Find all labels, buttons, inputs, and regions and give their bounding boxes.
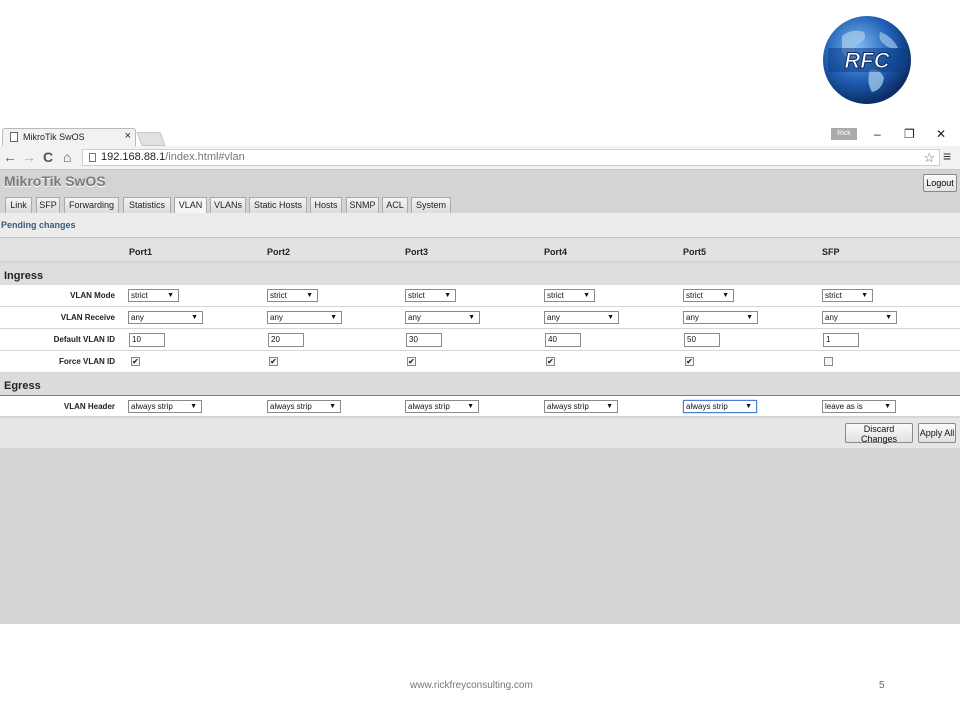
- footer-url: www.rickfreyconsulting.com: [410, 680, 533, 691]
- back-icon[interactable]: ←: [3, 149, 17, 165]
- column-header-row: Port1 Port2 Port3 Port4 Port5 SFP: [0, 237, 960, 261]
- page-number: 5: [879, 680, 885, 691]
- row-label: Default VLAN ID: [53, 335, 115, 344]
- force-vlan-id-checkbox[interactable]: ✔: [131, 357, 140, 366]
- home-icon[interactable]: ⌂: [63, 149, 71, 165]
- row-label: Force VLAN ID: [58, 357, 115, 366]
- ingress-section-header: Ingress: [0, 263, 960, 287]
- tab-snmp[interactable]: SNMP: [346, 197, 379, 213]
- force-vlan-id-checkbox[interactable]: ✔: [407, 357, 416, 366]
- vlan-receive-select[interactable]: any ▼: [544, 311, 619, 324]
- column-header: Port4: [544, 247, 568, 257]
- row-label: VLAN Header: [63, 402, 115, 411]
- vlan-receive-select[interactable]: any ▼: [683, 311, 758, 324]
- force-vlan-id-checkbox[interactable]: ✔: [685, 357, 694, 366]
- default-vlan-id-input[interactable]: 40: [545, 333, 581, 347]
- address-bar-row: ← → C ⌂ 192.168.88.1/index.html#vlan ☆ ≡: [0, 146, 960, 170]
- tab-statistics[interactable]: Statistics: [123, 197, 171, 213]
- default-vlan-id-input[interactable]: 50: [684, 333, 720, 347]
- vlan-receive-row: VLAN Receive any ▼ any ▼ any ▼ any ▼ any ▼ an…: [0, 307, 960, 329]
- column-header: Port3: [405, 247, 429, 257]
- minimize-icon[interactable]: –: [874, 127, 881, 141]
- tab-link[interactable]: Link: [5, 197, 32, 213]
- section-title: Ingress: [4, 270, 44, 282]
- tab-system[interactable]: System: [411, 197, 451, 213]
- tab-static-hosts[interactable]: Static Hosts: [249, 197, 307, 213]
- vlan-receive-select[interactable]: any ▼: [128, 311, 203, 324]
- force-vlan-id-checkbox[interactable]: ✔: [546, 357, 555, 366]
- rfc-logo: RFC: [823, 16, 911, 104]
- vlan-header-row: VLAN Header always strip ▼ always strip ▼ …: [0, 396, 960, 417]
- vlan-mode-select[interactable]: strict ▼: [128, 289, 179, 302]
- vlan-header-select[interactable]: always strip ▼: [544, 400, 618, 413]
- column-header: SFP: [822, 247, 840, 257]
- restore-icon[interactable]: ❐: [904, 127, 915, 141]
- vlan-receive-select[interactable]: any ▼: [822, 311, 897, 324]
- apply-all-button[interactable]: Apply All: [918, 423, 956, 443]
- default-vlan-id-input[interactable]: 20: [268, 333, 304, 347]
- vlan-header-select[interactable]: always strip ▼: [267, 400, 341, 413]
- forward-icon[interactable]: →: [22, 149, 36, 165]
- vlan-header-select[interactable]: always strip ▼: [683, 400, 757, 413]
- url-text: 192.168.88.1/index.html#vlan: [101, 151, 245, 163]
- force-vlan-id-checkbox[interactable]: [824, 357, 833, 366]
- row-label: VLAN Receive: [60, 313, 115, 322]
- row-label: VLAN Mode: [70, 291, 115, 300]
- vlan-mode-select[interactable]: strict ▼: [544, 289, 595, 302]
- user-badge[interactable]: Rick: [831, 128, 857, 140]
- reload-icon[interactable]: C: [43, 149, 53, 165]
- pending-changes-notice: Pending changes: [0, 213, 960, 237]
- new-tab-button[interactable]: [136, 132, 166, 146]
- tab-hosts[interactable]: Hosts: [310, 197, 342, 213]
- url-field[interactable]: 192.168.88.1/index.html#vlan ☆: [82, 149, 940, 166]
- browser-menu-icon[interactable]: ≡: [943, 148, 951, 164]
- app-title: MikroTik SwOS: [4, 173, 106, 189]
- action-bar: Discard Changes Apply All: [0, 418, 960, 448]
- vlan-mode-select[interactable]: strict ▼: [267, 289, 318, 302]
- column-header: Port2: [267, 247, 291, 257]
- force-vlan-id-checkbox[interactable]: ✔: [269, 357, 278, 366]
- tab-sfp[interactable]: SFP: [36, 197, 60, 213]
- tab-forwarding[interactable]: Forwarding: [64, 197, 119, 213]
- tab-acl[interactable]: ACL: [382, 197, 408, 213]
- bookmark-star-icon[interactable]: ☆: [923, 150, 935, 166]
- page-icon: [10, 132, 18, 142]
- logout-button[interactable]: Logout: [923, 174, 957, 192]
- column-header: Port5: [683, 247, 707, 257]
- logo-text: RFC: [844, 48, 890, 73]
- discard-changes-button[interactable]: Discard Changes: [845, 423, 913, 444]
- browser-tab[interactable]: MikroTik SwOS ×: [2, 128, 136, 146]
- page-icon: [89, 153, 96, 162]
- vlan-header-select[interactable]: always strip ▼: [128, 400, 202, 413]
- tab-title: MikroTik SwOS: [23, 132, 85, 142]
- vlan-mode-select[interactable]: strict ▼: [683, 289, 734, 302]
- vlan-mode-select[interactable]: strict ▼: [822, 289, 873, 302]
- tab-vlans[interactable]: VLANs: [210, 197, 246, 213]
- browser-window: MikroTik SwOS × Rick – ❐ ✕ ← → C ⌂ 192.1…: [0, 126, 960, 624]
- section-title: Egress: [4, 380, 41, 392]
- default-vlan-id-input[interactable]: 10: [129, 333, 165, 347]
- vlan-header-select[interactable]: always strip ▼: [405, 400, 479, 413]
- column-header: Port1: [129, 247, 153, 257]
- tab-vlan[interactable]: VLAN: [174, 197, 207, 214]
- default-vlan-id-row: Default VLAN ID 10 20 30 40 50 1: [0, 329, 960, 351]
- vlan-header-select[interactable]: leave as is ▼: [822, 400, 896, 413]
- egress-section-header: Egress: [0, 373, 960, 397]
- vlan-mode-select[interactable]: strict ▼: [405, 289, 456, 302]
- tab-close-icon[interactable]: ×: [125, 130, 131, 142]
- force-vlan-id-row: Force VLAN ID ✔ ✔ ✔ ✔ ✔: [0, 351, 960, 373]
- default-vlan-id-input[interactable]: 1: [823, 333, 859, 347]
- vlan-receive-select[interactable]: any ▼: [267, 311, 342, 324]
- vlan-mode-row: VLAN Mode strict ▼ strict ▼ strict ▼ strict…: [0, 285, 960, 307]
- default-vlan-id-input[interactable]: 30: [406, 333, 442, 347]
- title-bar: MikroTik SwOS × Rick – ❐ ✕: [0, 126, 960, 146]
- vlan-receive-select[interactable]: any ▼: [405, 311, 480, 324]
- close-window-icon[interactable]: ✕: [936, 127, 946, 141]
